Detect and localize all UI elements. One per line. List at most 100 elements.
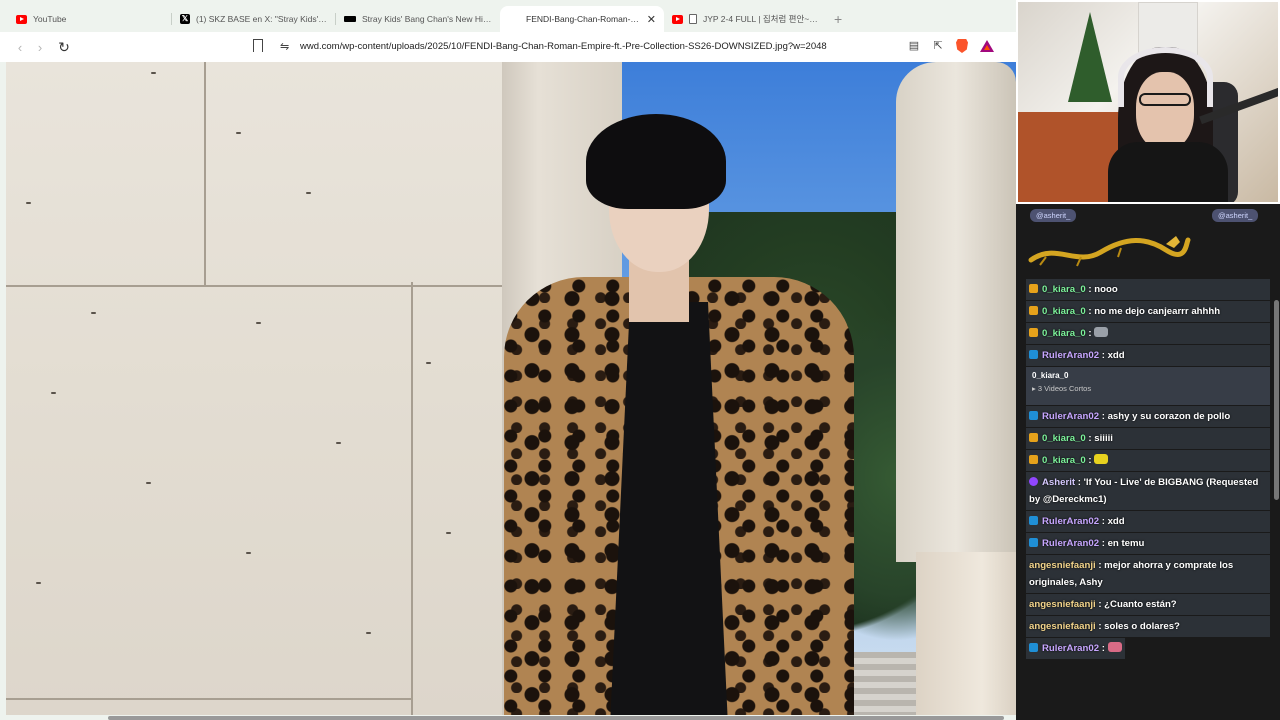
reader-mode-icon[interactable]: ▤ — [908, 39, 920, 53]
tab-strip: YouTube 𝕏 (1) SKZ BASE en X: "Stray Kids… — [0, 6, 1016, 32]
chat-text: : nooo — [1085, 284, 1118, 295]
site-info-icon[interactable]: ⇋ — [280, 40, 289, 53]
tab-skz-base[interactable]: 𝕏 (1) SKZ BASE en X: "Stray Kids' #Bang — [172, 6, 336, 32]
chat-username[interactable]: RulerAran02 — [1042, 350, 1099, 361]
back-icon[interactable]: ‹ — [10, 40, 30, 55]
tab-fendi-image[interactable]: FENDI-Bang-Chan-Roman-Empi ✕ — [500, 6, 664, 32]
tab-label: (1) SKZ BASE en X: "Stray Kids' #Bang — [196, 14, 328, 24]
share-icon[interactable]: ⇱ — [932, 39, 944, 53]
chat-header: @asherit_ @asherit_ — [1022, 206, 1272, 226]
model-figure — [504, 102, 854, 715]
broadcaster-badge-icon — [1029, 477, 1038, 486]
chat-username[interactable]: RulerAran02 — [1042, 516, 1099, 527]
chat-message: Asherit : 'If You - Live' de BIGBANG (Re… — [1026, 472, 1270, 510]
chat-message: RulerAran02 : en temu — [1026, 533, 1270, 554]
christmas-tree — [1068, 12, 1112, 102]
duck-emote-icon — [1094, 454, 1109, 464]
cat-emote-icon — [1094, 327, 1109, 337]
chat-message: 0_kiara_0 : siiiii — [1026, 428, 1270, 449]
tab-jyp[interactable]: JYP 2-4 FULL | 집처럼 편안~한 JYF — [664, 6, 828, 32]
statue — [896, 62, 1016, 562]
hair — [586, 114, 726, 209]
chat-username[interactable]: angesniefaanji — [1029, 560, 1096, 571]
chat-header-user: @asherit_ — [1030, 209, 1077, 222]
chat-text: : ashy y su corazon de pollo — [1099, 411, 1231, 422]
headset — [1118, 47, 1213, 107]
subscriber-badge-icon — [1029, 284, 1038, 293]
clip-card[interactable]: 0_kiara_0 ▸ 3 Videos Cortos — [1026, 367, 1270, 405]
browser-window: YouTube 𝕏 (1) SKZ BASE en X: "Stray Kids… — [0, 0, 1016, 720]
document-icon — [689, 14, 697, 24]
horizontal-scrollbar[interactable] — [108, 716, 1004, 720]
chat-username[interactable]: 0_kiara_0 — [1042, 328, 1086, 339]
tab-label: YouTube — [33, 14, 67, 24]
x-icon: 𝕏 — [180, 14, 190, 24]
address-bar[interactable]: wwd.com/wp-content/uploads/2025/10/FENDI… — [300, 41, 827, 52]
toolbar: ‹ › ↻ ⇋ wwd.com/wp-content/uploads/2025/… — [0, 32, 1016, 62]
toolbar-actions: ▤ ⇱ — [908, 39, 994, 53]
brave-rewards-icon[interactable] — [980, 40, 994, 52]
brave-shields-icon[interactable] — [956, 39, 968, 53]
heart-emote-icon — [1107, 642, 1122, 652]
chat-username[interactable]: RulerAran02 — [1042, 411, 1099, 422]
chat-message: angesniefaanji : mejor ahorra y comprate… — [1026, 555, 1270, 593]
chat-message: RulerAran02 : xdd — [1026, 511, 1270, 532]
chat-text: : siiiii — [1085, 433, 1113, 444]
youtube-icon — [16, 14, 27, 24]
chat-username[interactable]: 0_kiara_0 — [1042, 433, 1086, 444]
chat-text: : — [1085, 455, 1095, 466]
chat-username[interactable]: RulerAran02 — [1042, 643, 1099, 654]
chat-text: : — [1085, 328, 1095, 339]
chat-text: : ¿Cuanto están? — [1095, 599, 1177, 610]
chat-message: angesniefaanji : soles o dolares? — [1026, 616, 1270, 637]
clip-card-user: 0_kiara_0 — [1032, 371, 1069, 380]
chat-username[interactable]: RulerAran02 — [1042, 538, 1099, 549]
youtube-icon — [672, 14, 683, 24]
subscriber-badge-icon — [1029, 328, 1038, 337]
chat-message: angesniefaanji : ¿Cuanto están? — [1026, 594, 1270, 615]
prime-badge-icon — [1029, 643, 1038, 652]
streamer-body — [1108, 142, 1228, 202]
tab-wwd-article[interactable]: Stray Kids' Bang Chan's New Hit 'Ro — [336, 6, 500, 32]
reload-icon[interactable]: ↻ — [54, 39, 74, 56]
tab-youtube[interactable]: YouTube — [8, 6, 172, 32]
chat-username[interactable]: 0_kiara_0 — [1042, 455, 1086, 466]
tab-label: FENDI-Bang-Chan-Roman-Empi — [526, 14, 641, 24]
close-tab-icon[interactable]: ✕ — [647, 13, 656, 26]
bookmark-icon[interactable] — [253, 39, 263, 57]
chat-text: : en temu — [1099, 538, 1145, 549]
chat-message: 0_kiara_0 : no me dejo canjearrr ahhhh — [1026, 301, 1270, 322]
subscriber-badge-icon — [1029, 433, 1038, 442]
subscriber-badge-icon — [1029, 306, 1038, 315]
dragon-decoration — [1028, 236, 1191, 267]
chat-message: RulerAran02 : — [1026, 638, 1125, 659]
new-tab-button[interactable]: + — [834, 11, 842, 27]
chat-message: RulerAran02 : ashy y su corazon de pollo — [1026, 406, 1270, 427]
chat-message: RulerAran02 : xdd — [1026, 345, 1270, 366]
tab-label: JYP 2-4 FULL | 집처럼 편안~한 JYF — [703, 14, 820, 24]
image-viewport — [6, 62, 1016, 715]
chat-username[interactable]: Asherit — [1042, 477, 1075, 488]
chat-header-user: @asherit_ — [1212, 209, 1259, 222]
chat-text: : soles o dolares? — [1095, 621, 1180, 632]
forward-icon[interactable]: › — [30, 40, 50, 55]
chat-list: 0_kiara_0 : nooo 0_kiara_0 : no me dejo … — [1026, 279, 1270, 660]
tab-label: Stray Kids' Bang Chan's New Hit 'Ro — [362, 14, 492, 24]
chat-message: 0_kiara_0 : nooo — [1026, 279, 1270, 300]
chat-message: 0_kiara_0 : — [1026, 323, 1270, 344]
chat-username[interactable]: angesniefaanji — [1029, 621, 1096, 632]
page-scrollbar[interactable] — [1274, 300, 1279, 500]
chat-username[interactable]: 0_kiara_0 — [1042, 306, 1086, 317]
chat-text: : — [1099, 643, 1108, 654]
prime-badge-icon — [1029, 538, 1038, 547]
prime-badge-icon — [1029, 350, 1038, 359]
prime-badge-icon — [1029, 516, 1038, 525]
wwd-icon — [344, 16, 356, 22]
chat-username[interactable]: angesniefaanji — [1029, 599, 1096, 610]
chat-username[interactable]: 0_kiara_0 — [1042, 284, 1086, 295]
stone-wall — [6, 62, 504, 715]
prime-badge-icon — [1029, 411, 1038, 420]
clip-card-subtitle: ▸ 3 Videos Cortos — [1032, 384, 1092, 393]
chat-text: : xdd — [1099, 350, 1125, 361]
chat-text: : no me dejo canjearrr ahhhh — [1085, 306, 1221, 317]
